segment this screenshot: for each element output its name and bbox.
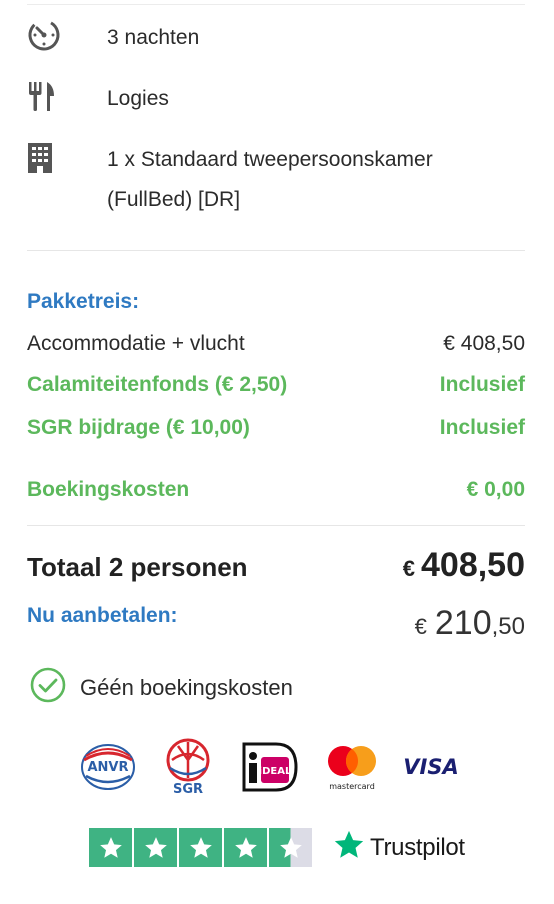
no-booking-fee-text: Géén boekingskosten xyxy=(80,674,293,700)
fork-knife-icon xyxy=(27,79,71,113)
ideal-logo: iDEAL xyxy=(242,738,298,796)
deposit-amount-int: 210 xyxy=(434,604,492,642)
anvr-logo: ANVR xyxy=(80,738,136,796)
check-circle-icon xyxy=(30,667,66,708)
ideal-text: iDEAL xyxy=(259,766,292,777)
half-star-icon xyxy=(269,828,312,867)
deposit-row: Nu aanbetalen: €210,50 xyxy=(27,604,525,643)
total-currency: € xyxy=(402,556,415,581)
accommodation-row: Accommodatie + vlucht € 408,50 xyxy=(27,332,525,356)
deposit-currency: € xyxy=(414,614,427,639)
sgr-row: SGR bijdrage (€ 10,00) Inclusief xyxy=(27,416,525,440)
accommodation-label: Accommodatie + vlucht xyxy=(27,332,245,355)
sgr-text: SGR xyxy=(173,782,203,796)
deposit-label: Nu aanbetalen: xyxy=(27,604,178,627)
star-icon xyxy=(224,828,267,867)
sgr-value: Inclusief xyxy=(439,416,525,439)
accommodation-value: € 408,50 xyxy=(443,332,525,355)
nights-row: 3 nachten xyxy=(27,18,525,58)
booking-fee-label: Boekingskosten xyxy=(27,478,190,501)
star-icon xyxy=(89,828,132,867)
nights-text: 3 nachten xyxy=(107,26,200,49)
mastercard-logo: mastercard xyxy=(322,738,382,796)
visa-text: VISA xyxy=(403,755,458,779)
room-text-line1: 1 x Standaard tweepersoonskamer xyxy=(107,148,433,171)
calamity-row: Calamiteitenfonds (€ 2,50) Inclusief xyxy=(27,373,525,397)
trustpilot-text: Trustpilot xyxy=(370,833,465,861)
star-icon xyxy=(134,828,177,867)
trustpilot-brand: Trustpilot xyxy=(332,828,465,867)
package-label: Pakketreis: xyxy=(27,290,140,313)
building-icon xyxy=(27,140,71,174)
deposit-amount-dec: ,50 xyxy=(491,613,525,640)
mastercard-text: mastercard xyxy=(329,782,375,791)
board-row: Logies xyxy=(27,79,525,119)
booking-fee-row: Boekingskosten € 0,00 xyxy=(27,478,525,502)
pricing-divider xyxy=(27,525,525,526)
visa-logo: VISA xyxy=(400,738,462,796)
timer-icon xyxy=(27,18,71,52)
package-label-row: Pakketreis: xyxy=(27,290,525,314)
trustpilot-star-icon xyxy=(332,828,366,867)
total-amount: 408,50 xyxy=(421,546,525,584)
sgr-label: SGR bijdrage (€ 10,00) xyxy=(27,416,250,439)
no-booking-fee: Géén boekingskosten xyxy=(30,667,293,708)
top-divider xyxy=(27,4,525,5)
board-text: Logies xyxy=(107,87,169,110)
calamity-value: Inclusief xyxy=(439,373,525,396)
anvr-text: ANVR xyxy=(87,760,128,775)
sgr-logo: SGR xyxy=(160,738,216,796)
total-value: €408,50 xyxy=(403,546,525,585)
trustpilot-widget[interactable]: Trustpilot xyxy=(89,828,465,867)
booking-fee-value: € 0,00 xyxy=(466,478,525,501)
payment-logos: ANVR SGR iDEAL mastercard VISA xyxy=(76,738,466,798)
total-row: Totaal 2 personen €408,50 xyxy=(27,546,525,585)
room-text-line2: (FullBed) [DR] xyxy=(107,188,241,211)
star-icon xyxy=(179,828,222,867)
details-divider xyxy=(27,250,525,251)
total-label: Totaal 2 personen xyxy=(27,552,248,582)
calamity-label: Calamiteitenfonds (€ 2,50) xyxy=(27,373,288,396)
room-row: 1 x Standaard tweepersoonskamer (FullBed… xyxy=(27,140,525,220)
trustpilot-stars xyxy=(89,828,314,867)
deposit-value: €210,50 xyxy=(415,604,525,643)
